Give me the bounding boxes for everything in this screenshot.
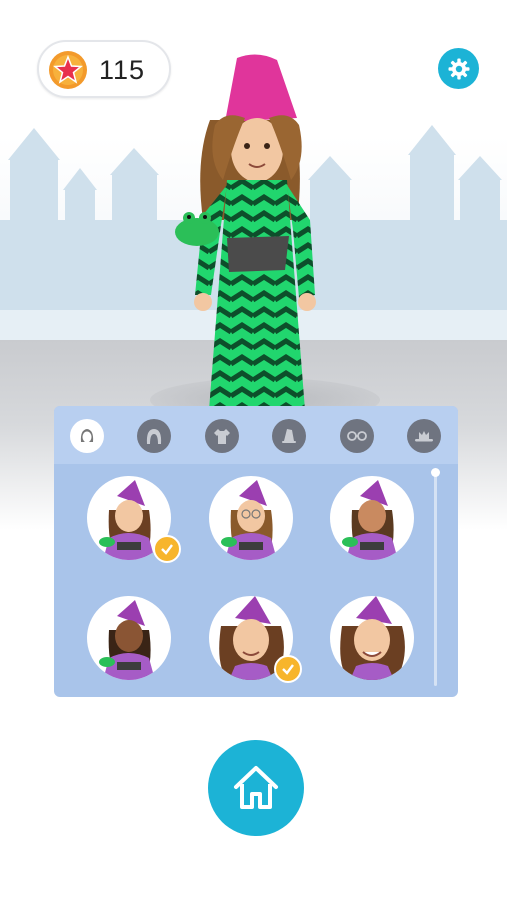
star-coin-icon (49, 51, 87, 89)
character-portrait (340, 596, 405, 680)
tab-outfit[interactable] (205, 419, 239, 453)
face-icon (80, 429, 94, 443)
selected-check-badge (153, 535, 181, 563)
panel-scrollbar[interactable] (431, 468, 440, 686)
tab-glasses[interactable] (340, 419, 374, 453)
scrollbar-thumb[interactable] (431, 468, 440, 477)
option-grid (54, 464, 458, 697)
coin-counter: 115 (37, 40, 171, 98)
tab-face[interactable] (70, 419, 104, 453)
coin-count: 115 (99, 55, 146, 85)
category-tabs (54, 406, 458, 464)
customize-panel (54, 406, 458, 697)
character-portrait (99, 600, 155, 680)
home-icon (234, 766, 278, 809)
character-portrait (342, 480, 398, 560)
tab-hat[interactable] (272, 419, 306, 453)
settings-button[interactable] (438, 48, 479, 89)
tab-accessory[interactable] (407, 419, 441, 453)
option-item[interactable] (330, 476, 414, 560)
glasses-icon (347, 431, 367, 441)
selected-check-badge (274, 655, 302, 683)
hair-icon (146, 429, 162, 444)
gear-icon (448, 58, 469, 79)
option-item[interactable] (87, 596, 171, 680)
character-avatar[interactable] (165, 50, 335, 415)
hat-icon (282, 429, 296, 443)
shirt-icon (214, 429, 230, 444)
tab-hair[interactable] (137, 419, 171, 453)
home-button[interactable] (208, 740, 304, 836)
checkmark-icon (161, 544, 173, 555)
option-item[interactable] (209, 476, 293, 560)
option-item[interactable] (330, 596, 414, 680)
hat-brim-icon (415, 431, 433, 442)
checkmark-icon (282, 664, 294, 675)
character-portrait (221, 480, 277, 560)
